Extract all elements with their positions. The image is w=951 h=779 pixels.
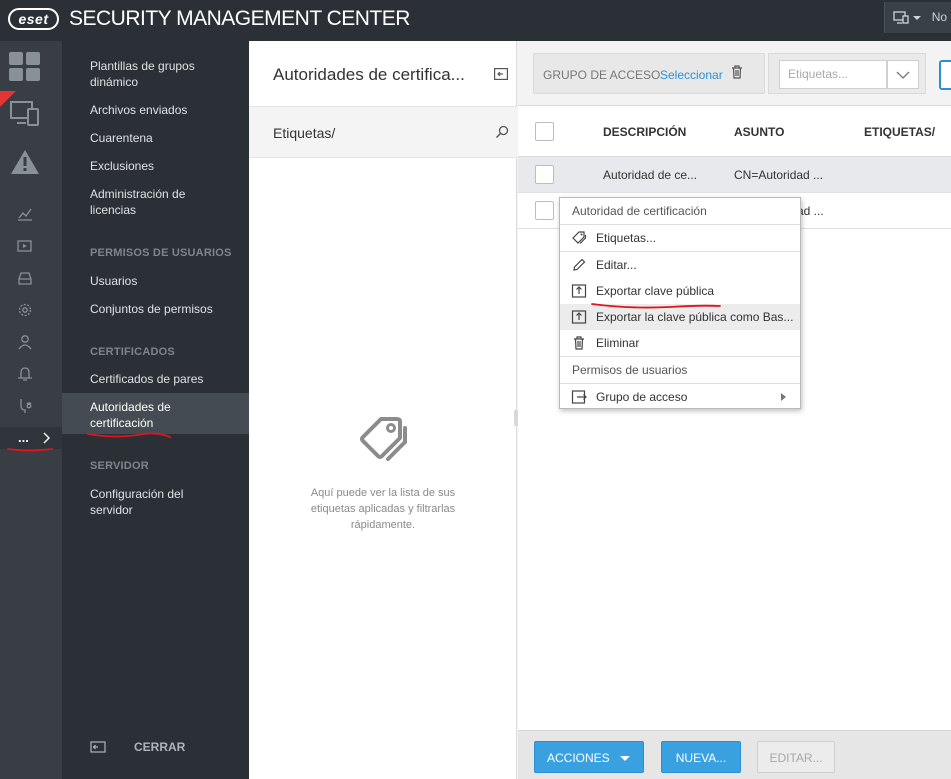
nav-item-peer-certificates[interactable]: Certificados de pares <box>90 371 240 387</box>
page-title: Autoridades de certifica... <box>273 65 465 84</box>
policies-icon[interactable] <box>0 301 50 319</box>
edit-button[interactable]: EDITAR... <box>757 741 835 773</box>
pencil-icon <box>573 258 586 271</box>
monitor-icon <box>893 11 909 24</box>
export-icon <box>571 284 587 298</box>
nav-item-permission-sets[interactable]: Conjuntos de permisos <box>90 301 240 317</box>
detections-icon[interactable] <box>0 145 50 179</box>
add-filter-button[interactable] <box>939 60 951 90</box>
row-checkbox[interactable] <box>535 201 554 220</box>
chevron-down-icon <box>913 15 922 20</box>
bottom-action-bar: ACCIONES NUEVA... EDITAR... <box>518 730 951 779</box>
notifications-icon[interactable] <box>0 365 50 383</box>
view-selector[interactable]: No <box>884 2 951 33</box>
menu-item-access-group[interactable]: Grupo de acceso <box>560 384 800 410</box>
eset-logo: eset <box>8 8 59 30</box>
nav-section-user-permissions: PERMISOS DE USUARIOS <box>90 247 232 259</box>
collapse-icon <box>90 741 106 753</box>
close-menu-button[interactable]: CERRAR <box>90 740 185 754</box>
icon-rail: ... <box>0 41 62 779</box>
collapse-panel-icon[interactable] <box>494 68 508 80</box>
menu-item-delete[interactable]: Eliminar <box>560 330 800 356</box>
column-description[interactable]: DESCRIPCIÓN <box>603 125 686 139</box>
tag-icon <box>572 231 587 244</box>
tags-empty-text: Aquí puede ver la lista de sus etiquetas… <box>310 487 456 531</box>
nav-section-server: SERVIDOR <box>90 460 149 472</box>
menu-item-export-public-key[interactable]: Exportar clave pública <box>560 278 800 304</box>
nav-item-quarantine[interactable]: Cuarentena <box>90 130 240 146</box>
tags-search-bar[interactable]: Etiquetas/ <box>249 106 517 158</box>
actions-button-label: ACCIONES <box>546 751 610 765</box>
select-access-group-link[interactable]: Seleccionar <box>660 68 723 82</box>
chevron-down-icon <box>896 71 910 79</box>
access-group-filter: GRUPO DE ACCESO Seleccionar <box>533 53 765 94</box>
nav-item-users[interactable]: Usuarios <box>90 273 240 289</box>
export-icon <box>571 310 587 324</box>
select-all-checkbox[interactable] <box>535 122 554 141</box>
context-menu: Autoridad de certificación Etiquetas... … <box>559 197 801 409</box>
app-header: eset SECURITY MANAGEMENT CENTER No <box>0 0 951 41</box>
column-tags[interactable]: ETIQUETAS/ <box>864 125 935 139</box>
installers-icon[interactable] <box>0 269 50 287</box>
app-title: SECURITY MANAGEMENT CENTER <box>69 7 410 30</box>
search-icon[interactable] <box>495 125 509 139</box>
row-subject: CN=Autoridad ... <box>734 168 824 182</box>
view-selector-label: No <box>931 10 948 24</box>
menu-item-label: Exportar la clave pública como Bas... <box>596 310 794 324</box>
computers-icon[interactable] <box>0 97 50 131</box>
column-subject[interactable]: ASUNTO <box>734 125 784 139</box>
menu-item-label: Eliminar <box>596 336 640 350</box>
table-row[interactable]: Autoridad de ce... CN=Autoridad ... <box>518 157 951 193</box>
nav-item-license-management[interactable]: Administración de licencias <box>90 186 210 218</box>
row-checkbox[interactable] <box>535 165 554 184</box>
row-description: Autoridad de ce... <box>603 168 698 182</box>
context-menu-section-permissions: Permisos de usuarios <box>572 363 688 377</box>
menu-item-export-public-key-base64[interactable]: Exportar la clave pública como Bas... <box>560 304 800 330</box>
access-group-label: GRUPO DE ACCESO <box>543 68 661 82</box>
divider <box>560 356 800 357</box>
nav-item-dynamic-group-templates[interactable]: Plantillas de grupos dinámico <box>90 58 240 90</box>
nav-item-certification-authorities[interactable]: Autoridades de certificación <box>90 399 190 431</box>
trash-icon <box>574 336 584 350</box>
nav-item-exclusions[interactable]: Exclusiones <box>90 158 240 174</box>
status-icon[interactable] <box>0 397 50 415</box>
new-button[interactable]: NUEVA... <box>661 741 741 773</box>
tags-panel: Autoridades de certifica... Etiquetas/ A… <box>249 41 517 779</box>
main-content: GRUPO DE ACCESO Seleccionar Etiquetas...… <box>518 41 951 779</box>
access-group-icon <box>571 390 587 404</box>
nav-section-certificates: CERTIFICADOS <box>90 346 175 358</box>
menu-item-label: Etiquetas... <box>596 231 657 245</box>
context-menu-header: Autoridad de certificación <box>572 204 707 218</box>
menu-item-label: Exportar clave pública <box>596 284 715 298</box>
nav-item-submitted-files[interactable]: Archivos enviados <box>90 102 240 118</box>
nav-item-server-settings[interactable]: Configuración del servidor <box>90 486 200 518</box>
tasks-icon[interactable] <box>0 237 50 255</box>
menu-item-tags[interactable]: Etiquetas... <box>560 225 800 251</box>
menu-item-edit[interactable]: Editar... <box>560 252 800 278</box>
tags-search-label: Etiquetas/ <box>273 125 336 141</box>
menu-item-label: Grupo de acceso <box>596 390 688 404</box>
reports-icon[interactable] <box>0 205 50 223</box>
trash-icon[interactable] <box>731 65 743 79</box>
row-subject: ad ... <box>797 204 824 218</box>
tags-empty-icon <box>360 417 407 461</box>
table-header: DESCRIPCIÓN ASUNTO ETIQUETAS/ <box>518 107 951 157</box>
tags-filter-dropdown[interactable] <box>887 60 919 89</box>
actions-button[interactable]: ACCIONES <box>534 741 644 773</box>
filter-toolbar: GRUPO DE ACCESO Seleccionar Etiquetas... <box>518 41 951 106</box>
menu-item-label: Editar... <box>596 258 637 272</box>
tags-filter: Etiquetas... <box>768 53 926 94</box>
navigation-menu: Plantillas de grupos dinámico Archivos e… <box>62 41 249 779</box>
submenu-arrow-icon <box>781 393 786 401</box>
close-menu-label: CERRAR <box>134 740 186 754</box>
chevron-down-icon <box>620 755 631 761</box>
chevron-right-icon <box>43 432 50 444</box>
more-icon: ... <box>18 430 29 445</box>
users-icon[interactable] <box>0 333 50 351</box>
dashboard-icon[interactable] <box>0 49 50 85</box>
more-button[interactable]: ... <box>0 427 62 449</box>
tags-filter-input[interactable]: Etiquetas... <box>779 60 887 89</box>
